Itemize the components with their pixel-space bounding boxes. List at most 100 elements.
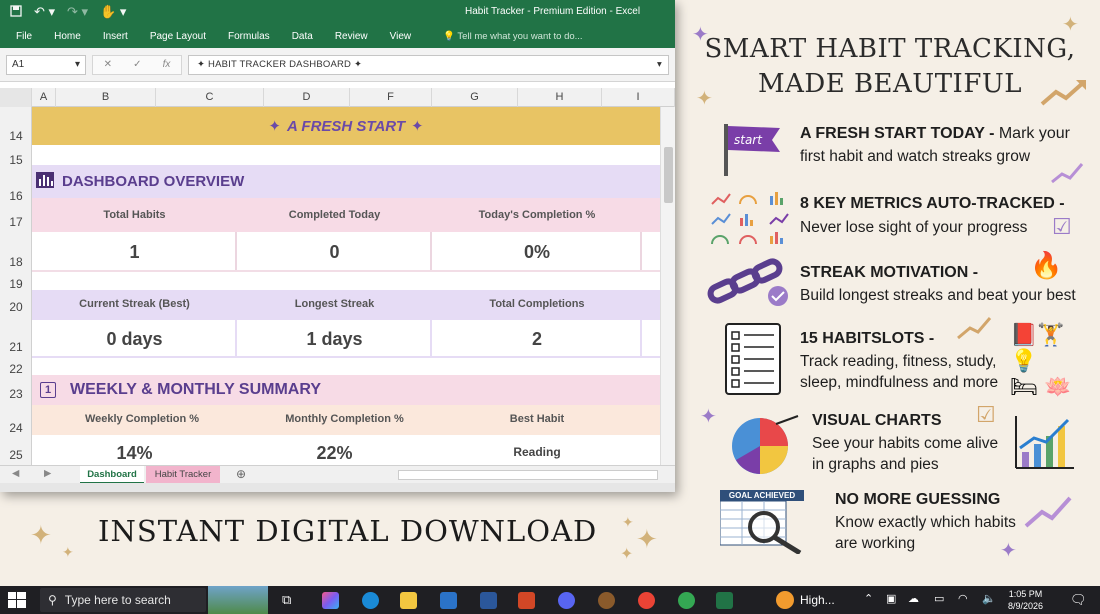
copilot-icon[interactable] <box>322 592 339 609</box>
metric-value[interactable]: 0 days <box>32 329 237 350</box>
row-header[interactable]: 16 <box>0 189 32 203</box>
chrome-profile-icon[interactable] <box>678 592 695 609</box>
app-icon[interactable] <box>598 592 615 609</box>
ribbon-tab-home[interactable]: Home <box>54 31 81 42</box>
headline-line: MADE BEAUTIFUL <box>757 69 1023 99</box>
sparkle-icon: ✦ <box>62 544 74 560</box>
name-box[interactable]: A1 ▾ <box>6 54 86 75</box>
undo-icon[interactable]: ↶ ▾ <box>34 4 55 20</box>
discord-icon[interactable] <box>558 592 575 609</box>
wifi-icon[interactable]: ◠ <box>958 592 968 605</box>
system-clock[interactable]: 1:05 PM 8/9/2026 <box>1008 588 1043 612</box>
powerpoint-icon[interactable] <box>518 592 535 609</box>
mail-icon[interactable] <box>440 592 457 609</box>
touch-mode-icon[interactable]: ✋ ▾ <box>100 4 126 20</box>
task-view-icon[interactable]: ⧉ <box>282 592 299 609</box>
summary-label: Best Habit <box>509 413 565 425</box>
ribbon-tab-review[interactable]: Review <box>335 31 368 42</box>
row-header[interactable]: 19 <box>0 277 32 291</box>
lamp-icon: 💡 <box>1010 348 1038 373</box>
row-header[interactable]: 14 <box>0 129 32 143</box>
notification-icon[interactable]: 🗨 <box>1070 592 1087 608</box>
sparkle-icon: ✦ <box>620 546 634 563</box>
sparkle-icon: ✦ <box>622 514 634 530</box>
metric-label: Longest Streak <box>294 298 375 310</box>
row-header[interactable]: 20 <box>0 300 32 314</box>
vertical-scrollbar[interactable] <box>660 107 675 465</box>
column-header[interactable]: A <box>32 88 56 107</box>
ribbon-tab-page-layout[interactable]: Page Layout <box>150 31 206 42</box>
formula-bar: A1 ▾ ✕ ✓ fx ✦ HABIT TRACKER DASHBOARD ✦ ▾ <box>0 48 675 82</box>
redo-icon[interactable]: ↷ ▾ <box>67 4 88 20</box>
select-all-corner[interactable] <box>0 88 32 107</box>
ribbon-tab-data[interactable]: Data <box>292 31 313 42</box>
metric-value[interactable]: 0% <box>432 242 642 263</box>
horizontal-scrollbar[interactable] <box>398 470 658 480</box>
row-header[interactable]: 17 <box>0 215 32 229</box>
chrome-icon[interactable] <box>638 592 655 609</box>
chevron-down-icon[interactable]: ▾ <box>657 59 662 70</box>
fx-icon[interactable]: fx <box>163 59 171 70</box>
row-header[interactable]: 15 <box>0 153 32 167</box>
tell-me-box[interactable]: 💡 Tell me what you want to do... <box>443 31 582 42</box>
trend-arrow-icon <box>957 317 992 340</box>
column-header[interactable]: D <box>264 88 350 107</box>
window-title: Habit Tracker - Premium Edition - Excel <box>465 6 641 17</box>
summary-title: WEEKLY & MONTHLY SUMMARY <box>70 381 321 398</box>
save-icon[interactable] <box>10 4 22 20</box>
file-explorer-icon[interactable] <box>400 592 417 609</box>
summary-value[interactable]: 22% <box>237 443 432 464</box>
fire-icon: 🔥 <box>1030 250 1063 280</box>
sheet-tab-habit-tracker[interactable]: Habit Tracker <box>146 466 220 484</box>
excel-taskbar-icon[interactable] <box>716 592 733 609</box>
row-header[interactable]: 25 <box>0 448 32 462</box>
metric-value[interactable]: 0 <box>237 242 432 263</box>
scroll-thumb[interactable] <box>664 147 673 203</box>
trend-arrow-icon <box>1051 163 1084 184</box>
metric-value[interactable]: 1 days <box>237 329 432 350</box>
summary-value[interactable]: 14% <box>32 443 237 464</box>
formula-input[interactable]: ✦ HABIT TRACKER DASHBOARD ✦ ▾ <box>188 54 669 75</box>
row-header[interactable]: 21 <box>0 340 32 354</box>
bar-chart-icon <box>36 171 54 192</box>
display-icon[interactable]: ▭ <box>934 592 944 605</box>
check-icon[interactable]: ✓ <box>133 59 141 70</box>
column-header[interactable]: B <box>56 88 156 107</box>
sheet-grid[interactable]: ✦ A FRESH START ✦ DASHBOARD OVERVIEW Tot… <box>32 107 660 465</box>
row-header[interactable]: 24 <box>0 421 32 435</box>
row-header[interactable]: 18 <box>0 255 32 269</box>
ribbon-tab-formulas[interactable]: Formulas <box>228 31 270 42</box>
row-header[interactable]: 23 <box>0 387 32 401</box>
cancel-icon[interactable]: ✕ <box>104 59 112 70</box>
ribbon-tab-insert[interactable]: Insert <box>103 31 128 42</box>
column-header[interactable]: G <box>432 88 518 107</box>
word-icon[interactable] <box>480 592 497 609</box>
add-sheet-icon[interactable]: ⊕ <box>236 467 246 481</box>
volume-icon[interactable]: 🔈 <box>982 592 996 605</box>
row-header[interactable]: 22 <box>0 362 32 376</box>
summary-value[interactable]: Reading <box>437 445 637 459</box>
weather-icon <box>776 591 794 609</box>
column-header[interactable]: H <box>518 88 602 107</box>
column-header[interactable]: C <box>156 88 264 107</box>
metric-value[interactable]: 2 <box>432 329 642 350</box>
sheet-tab-dashboard[interactable]: Dashboard <box>80 466 144 484</box>
clock-date: 8/9/2026 <box>1008 601 1044 611</box>
scroll-right-icon[interactable]: ▶ <box>44 468 51 479</box>
ribbon-tab-view[interactable]: View <box>390 31 412 42</box>
feature-title: 8 KEY METRICS AUTO-TRACKED - <box>800 195 1065 212</box>
column-header[interactable]: F <box>350 88 432 107</box>
metric-value[interactable]: 1 <box>32 242 237 263</box>
column-header[interactable]: I <box>602 88 675 107</box>
chevron-up-icon[interactable]: ⌃ <box>864 592 873 605</box>
windows-start-icon[interactable] <box>8 592 26 608</box>
scroll-left-icon[interactable]: ◀ <box>12 468 19 479</box>
widgets-landscape-icon[interactable] <box>208 586 268 614</box>
ribbon-tab-file[interactable]: File <box>16 31 32 42</box>
edge-icon[interactable] <box>362 592 379 609</box>
cloud-icon[interactable]: ☁ <box>908 592 919 605</box>
taskbar-search[interactable]: ⚲ Type here to search <box>40 588 206 612</box>
weather-widget[interactable]: High... <box>776 590 835 610</box>
tray-icon[interactable]: ▣ <box>886 592 896 605</box>
lightbulb-icon: 💡 <box>443 30 455 42</box>
